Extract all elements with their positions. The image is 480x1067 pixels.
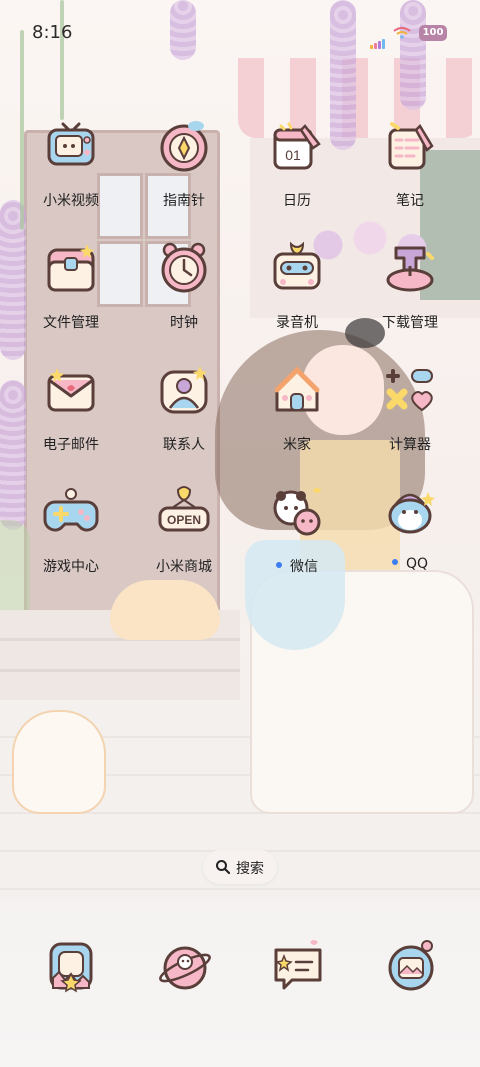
search-button[interactable]: 搜索 [203,850,277,884]
new-install-dot [391,559,398,565]
app-label: 联系人 [163,437,205,453]
compass-icon [160,121,208,172]
app-qq[interactable]: QQ [355,484,465,584]
app-label: 录音机 [276,315,318,331]
app-contacts[interactable]: 联系人 [129,362,239,462]
app-mi-store[interactable]: OPEN 小米商城 [129,484,239,584]
app-label: 计算器 [389,437,431,453]
app-label: 文件管理 [43,315,99,331]
new-install-dot [276,562,282,568]
app-label: QQ [355,556,465,572]
gallery-icon[interactable] [383,938,439,994]
app-label: 指南针 [163,193,205,209]
app-calculator[interactable]: 计算器 [355,362,465,462]
phone-icon[interactable] [43,938,99,994]
app-label: 微信 [242,556,352,576]
wechat-icon [273,488,321,536]
app-label: 下载管理 [382,315,438,331]
gamepad-icon [43,488,99,532]
app-label: 日历 [283,193,311,209]
app-wechat[interactable]: 微信 [242,484,352,584]
app-calendar[interactable]: 01 日历 [242,118,352,218]
app-file-manager[interactable]: 文件管理 [16,240,126,340]
app-label: 电子邮件 [43,437,99,453]
battery-indicator: 100 [419,25,447,41]
status-bar: 8:16 100 [0,0,480,64]
app-clock[interactable]: 时钟 [129,240,239,340]
messages-icon[interactable] [270,938,326,994]
app-label: 米家 [283,437,311,453]
browser-icon[interactable] [157,938,213,994]
app-game-center[interactable]: 游戏中心 [16,484,126,584]
app-label: 时钟 [170,315,198,331]
tv-icon [47,122,95,166]
app-label: 小米商城 [156,559,212,575]
calculator-icon [386,369,433,412]
wifi-icon [393,27,411,39]
recorder-icon [273,241,321,290]
app-mi-home[interactable]: 米家 [242,362,352,462]
app-mi-video[interactable]: 小米视频 [16,118,126,218]
app-recorder[interactable]: 录音机 [242,240,352,340]
qq-icon [388,492,435,534]
download-icon [386,246,434,292]
home-icon [274,366,320,412]
app-label: 笔记 [396,193,424,209]
search-label: 搜索 [236,861,264,877]
sitting-cat [12,710,106,814]
calendar-icon: 01 [273,122,321,170]
app-notes[interactable]: 笔记 [355,118,465,218]
folder-icon [47,244,95,292]
contacts-icon [160,366,208,414]
svg-text:OPEN: OPEN [167,513,201,527]
svg-text:01: 01 [285,147,301,163]
app-label: 游戏中心 [43,559,99,575]
signal-icon [370,30,386,49]
notes-icon [388,122,434,170]
store-icon: OPEN [158,486,210,532]
status-time: 8:16 [32,22,73,43]
sleeping-cat [110,580,220,640]
mail-icon [47,368,95,412]
clock-icon [161,242,207,293]
app-downloads[interactable]: 下载管理 [355,240,465,340]
app-compass[interactable]: 指南针 [129,118,239,218]
app-label: 小米视频 [43,193,99,209]
app-email[interactable]: 电子邮件 [16,362,126,462]
search-icon [216,860,231,875]
